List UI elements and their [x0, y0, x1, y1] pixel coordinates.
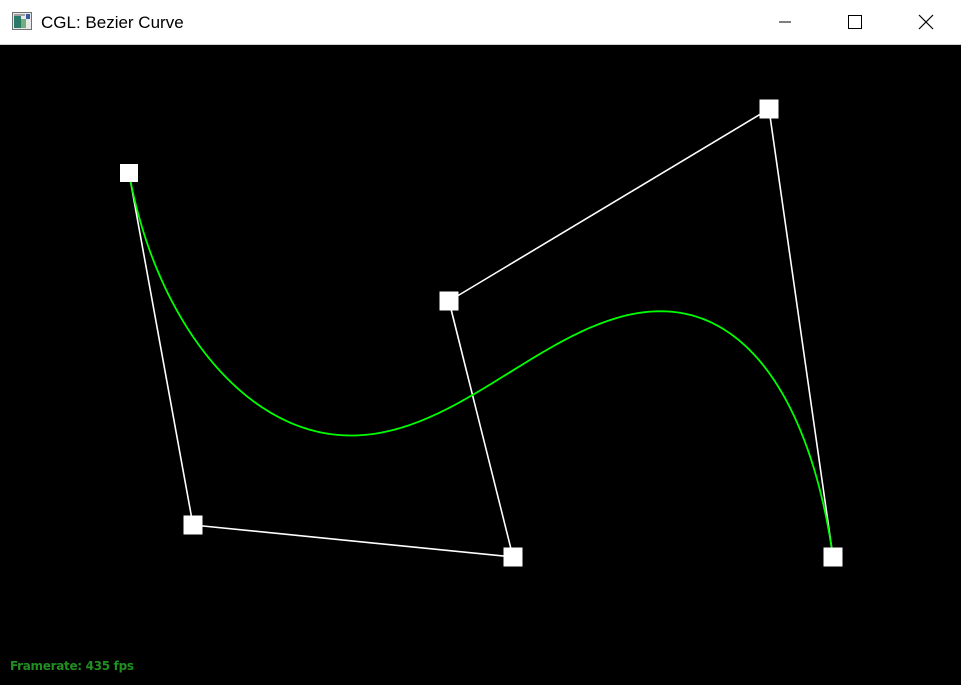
window-title: CGL: Bezier Curve: [41, 13, 184, 32]
control-point-handle[interactable]: [823, 547, 843, 567]
framerate-readout: Framerate: 435 fps: [10, 659, 134, 673]
close-icon: [918, 14, 934, 30]
control-point-handle[interactable]: [759, 99, 779, 119]
minimize-icon: [779, 21, 791, 23]
control-point-handle[interactable]: [503, 547, 523, 567]
control-polygon-segment: [192, 524, 514, 558]
minimize-button[interactable]: [762, 0, 808, 44]
app-window: CGL: Bezier Curve Framerate: 435 fps: [0, 0, 961, 685]
bezier-scene[interactable]: [0, 45, 961, 685]
control-polygon-segment: [128, 172, 194, 526]
maximize-button[interactable]: [832, 0, 878, 44]
maximize-icon: [848, 15, 862, 29]
control-point-handle[interactable]: [439, 291, 459, 311]
title-bar[interactable]: CGL: Bezier Curve: [0, 0, 961, 45]
close-button[interactable]: [903, 0, 949, 44]
control-point-handle[interactable]: [120, 164, 138, 182]
control-polygon-segment: [448, 108, 770, 302]
bezier-curve: [128, 172, 834, 558]
render-viewport[interactable]: Framerate: 435 fps: [0, 45, 961, 685]
control-polygon-segment: [768, 108, 834, 558]
control-polygon-segment: [448, 300, 514, 558]
control-point-handle[interactable]: [183, 515, 203, 535]
application-window-icon: [12, 12, 32, 30]
